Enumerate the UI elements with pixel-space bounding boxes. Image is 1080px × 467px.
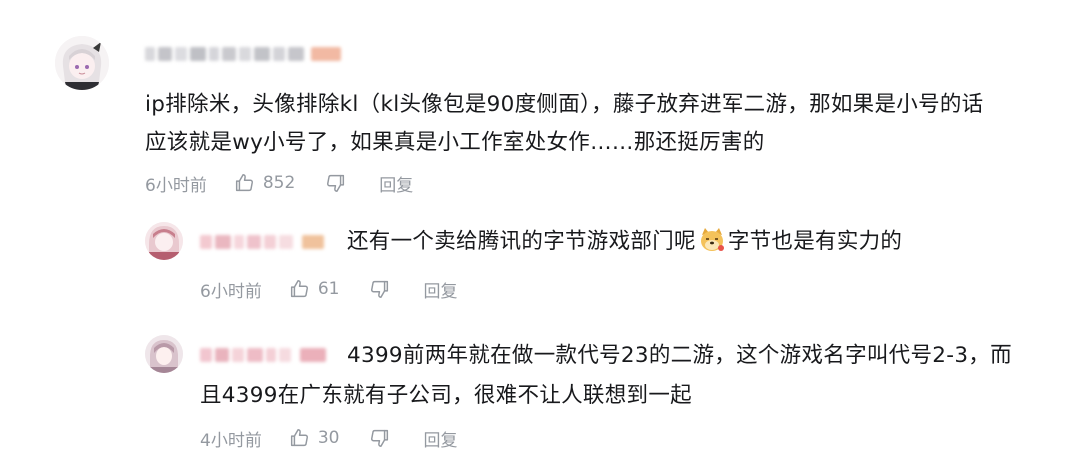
like-button[interactable]: 852 — [233, 172, 295, 194]
comment-meta: 6小时前 852 回复 — [145, 168, 413, 198]
username-blurred[interactable] — [200, 346, 326, 364]
username-blurred[interactable] — [145, 45, 341, 63]
dislike-button[interactable] — [369, 427, 391, 449]
thumbs-down-icon — [371, 280, 389, 298]
like-count: 852 — [262, 173, 296, 193]
thumbs-down-icon — [327, 174, 345, 192]
reply-meta: 6小时前 61 回复 — [200, 274, 457, 304]
comment-thread: ip排除米，头像排除kl（kl头像包是90度侧面），藤子放弃进军二游，那如果是小… — [0, 0, 1080, 467]
reply-meta: 4小时前 30 回复 — [200, 423, 457, 453]
reply-button[interactable]: 回复 — [379, 171, 413, 196]
like-count: 61 — [317, 279, 340, 299]
reply-text-line-2: 且4399在广东就有子公司，很难不让人联想到一起 — [200, 383, 692, 408]
thumbs-up-icon — [290, 280, 308, 298]
timestamp: 6小时前 — [145, 175, 207, 196]
thumbs-down-icon — [371, 429, 389, 447]
username-blurred[interactable] — [200, 233, 324, 251]
doge-emoji-icon — [697, 225, 727, 255]
timestamp: 6小时前 — [200, 281, 262, 302]
reply-button[interactable]: 回复 — [423, 426, 457, 451]
thumbs-up-icon — [235, 174, 253, 192]
like-button[interactable]: 61 — [288, 278, 340, 300]
avatar[interactable] — [145, 335, 183, 373]
reply-text-line-1: 4399前两年就在做一款代号23的二游，这个游戏名字叫代号2-3，而 — [347, 343, 1012, 368]
like-button[interactable]: 30 — [288, 427, 340, 449]
reply-button[interactable]: 回复 — [423, 277, 457, 302]
dislike-button[interactable] — [325, 172, 347, 194]
thumbs-up-icon — [290, 429, 308, 447]
reply-text: 还有一个卖给腾讯的字节游戏部门呢 字节也是有实力的 — [347, 225, 902, 259]
comment-text-line-2: 应该就是wy小号了，如果真是小工作室处女作……那还挺厉害的 — [145, 130, 765, 155]
avatar[interactable] — [145, 222, 183, 260]
timestamp: 4小时前 — [200, 430, 262, 451]
like-count: 30 — [317, 428, 340, 448]
avatar[interactable] — [55, 36, 109, 90]
comment-text-line-1: ip排除米，头像排除kl（kl头像包是90度侧面），藤子放弃进军二游，那如果是小… — [145, 92, 984, 117]
dislike-button[interactable] — [369, 278, 391, 300]
